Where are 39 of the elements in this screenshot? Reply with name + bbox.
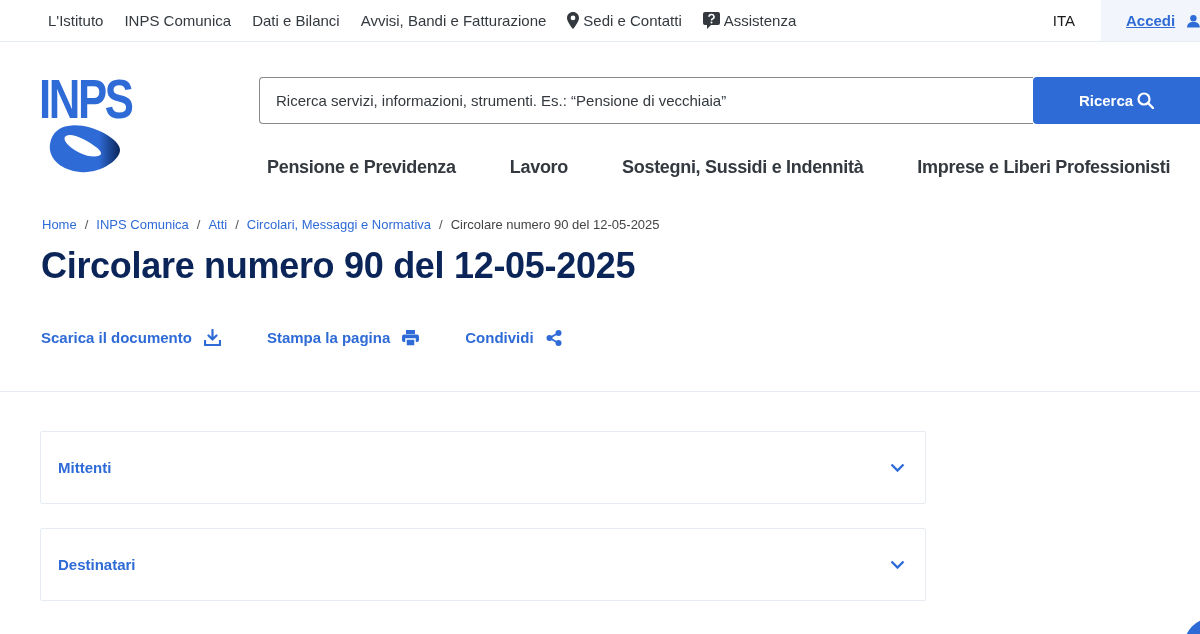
main-nav-link[interactable]: Pensione e Previdenza (267, 157, 456, 178)
printer-icon (402, 329, 420, 346)
main-nav-link[interactable]: Lavoro (509, 157, 568, 178)
language-selector[interactable]: ITA (1052, 12, 1075, 29)
login-link[interactable]: Accedi (1126, 12, 1176, 29)
ring-logo-icon (48, 124, 122, 174)
main-nav-link[interactable]: Sostegni, Sussidi e Indennità (622, 157, 864, 178)
download-icon (203, 329, 221, 346)
help-bubble-icon (702, 12, 720, 29)
accordion-header[interactable]: Destinatari (40, 528, 926, 601)
main-nav-link[interactable]: Imprese e Liberi Professionisti (917, 157, 1171, 178)
chevron-icon (890, 463, 905, 472)
top-nav-link[interactable]: Dati e Bilanci (252, 12, 340, 29)
breadcrumb-link[interactable]: INPS Comunica (96, 217, 189, 232)
share-icon (545, 329, 562, 346)
top-nav-link[interactable]: L'Istituto (48, 12, 104, 29)
map-pin-icon (567, 12, 580, 29)
breadcrumb-link[interactable]: Circolari, Messaggi e Normativa (246, 217, 432, 232)
breadcrumb-separator: / (84, 217, 89, 232)
breadcrumb-link[interactable]: Home (42, 217, 77, 232)
action-link[interactable]: Stampa la pagina (266, 329, 420, 346)
top-nav-link[interactable]: INPS Comunica (124, 12, 232, 29)
breadcrumb-current: Circolare numero 90 del 12-05-2025 (450, 217, 660, 232)
search-icon (1137, 92, 1155, 109)
top-nav-link[interactable]: Avvisi, Bandi e Fatturazione (360, 12, 547, 29)
chevron-icon (890, 560, 905, 569)
breadcrumb-link[interactable]: Atti (208, 217, 228, 232)
search-button[interactable]: Ricerca (1033, 77, 1200, 124)
logo-text[interactable]: INPS (38, 74, 132, 124)
accordion-header[interactable]: Mittenti (40, 431, 926, 504)
search-field[interactable]: Ricerca servizi, informazioni, strumenti. Es.: “Pensione di vecchiaia” (259, 77, 1033, 124)
action-link[interactable]: Condividi (465, 329, 562, 346)
breadcrumb-separator: / (235, 217, 239, 232)
breadcrumb-separator: / (439, 217, 443, 232)
page-title: Circolare numero 90 del 12-05-2025 (41, 245, 637, 287)
action-link[interactable]: Scarica il documento (41, 329, 221, 346)
breadcrumb-separator: / (196, 217, 201, 232)
top-nav-link[interactable]: Assistenza (702, 12, 797, 29)
top-nav-link[interactable]: Sedi e Contatti (567, 12, 682, 29)
